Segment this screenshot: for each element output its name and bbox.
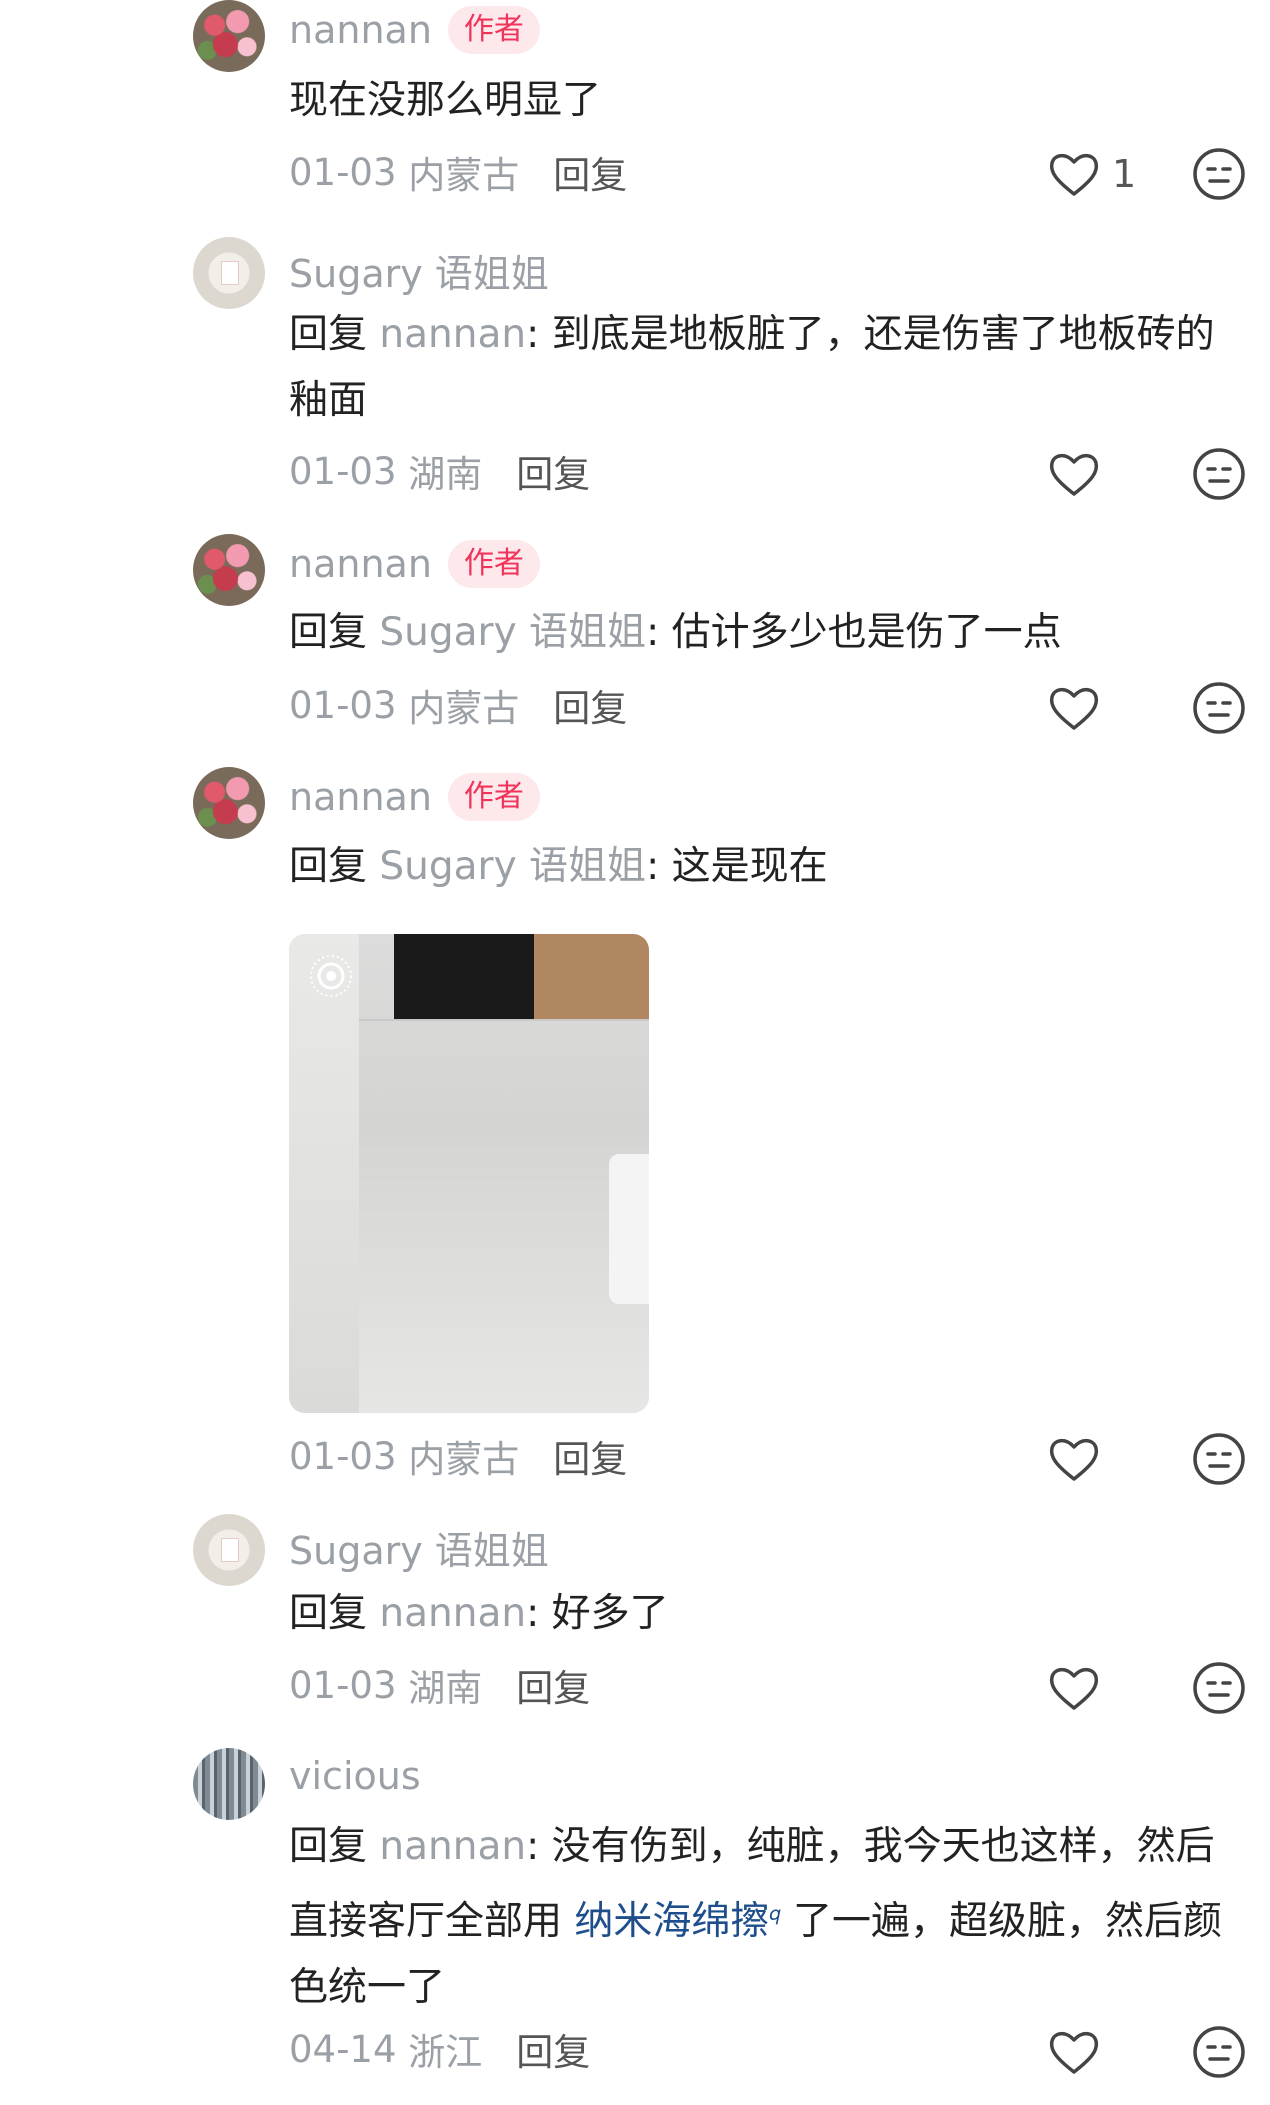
reply-button[interactable]: 回复 [516, 1658, 590, 1712]
avatar[interactable] [193, 1748, 265, 1820]
neutral-face-icon[interactable] [1192, 1661, 1246, 1715]
reply-button[interactable]: 回复 [553, 1429, 627, 1483]
heart-icon [1049, 1668, 1099, 1710]
comment-text: 回复 nannan: 好多了 [289, 1591, 669, 1636]
like-button[interactable] [1048, 684, 1168, 732]
username[interactable]: Sugary 语姐姐 [289, 1520, 549, 1575]
comment-date: 01-03 [289, 449, 397, 493]
reply-button[interactable]: 回复 [516, 444, 590, 498]
reply-button[interactable]: 回复 [553, 145, 627, 199]
avatar[interactable] [193, 0, 265, 72]
comment-text: 回复 Sugary 语姐姐: 这是现在 [289, 844, 828, 889]
heart-icon [1049, 1439, 1099, 1481]
like-button[interactable] [1048, 1664, 1168, 1712]
neutral-face-icon[interactable] [1192, 447, 1246, 501]
mention[interactable]: nannan [379, 312, 526, 357]
heart-icon [1049, 154, 1099, 196]
comment-text: 回复 Sugary 语姐姐: 估计多少也是伤了一点 [289, 610, 1062, 655]
author-badge: 作者 [447, 773, 540, 821]
comment-location: 内蒙古 [408, 687, 520, 730]
avatar[interactable] [193, 237, 265, 309]
comment-text: 回复 nannan: 到底是地板脏了，还是伤害了地板砖的釉面 [289, 312, 1215, 423]
heart-icon [1049, 2032, 1099, 2074]
username[interactable]: nannan [289, 775, 432, 819]
comment-text: 现在没那么明显了 [289, 78, 602, 123]
neutral-face-icon[interactable] [1192, 681, 1246, 735]
comment-photo[interactable] [289, 934, 649, 1413]
reply-button[interactable]: 回复 [516, 2022, 590, 2076]
comment-date: 01-03 [289, 1434, 397, 1478]
avatar[interactable] [193, 534, 265, 606]
comment-date: 01-03 [289, 683, 397, 727]
like-button[interactable] [1048, 450, 1168, 498]
like-button[interactable] [1048, 2028, 1168, 2076]
comment-text: 回复 nannan: 没有伤到，纯脏，我今天也这样，然后直接客厅全部用 纳米海绵… [289, 1824, 1223, 2010]
avatar[interactable] [193, 767, 265, 839]
comment-date: 01-03 [289, 150, 397, 194]
comment-location: 浙江 [408, 2031, 483, 2074]
comment-location: 内蒙古 [408, 1438, 520, 1481]
avatar[interactable] [193, 1514, 265, 1586]
like-count: 1 [1112, 152, 1137, 196]
mention[interactable]: Sugary 语姐姐 [379, 610, 646, 655]
comment-location: 湖南 [408, 1667, 483, 1710]
username[interactable]: Sugary 语姐姐 [289, 243, 549, 298]
heart-icon [1049, 454, 1099, 496]
comment-location: 内蒙古 [408, 154, 520, 197]
like-button[interactable] [1048, 1435, 1168, 1483]
neutral-face-icon[interactable] [1192, 147, 1246, 201]
comment-date: 01-03 [289, 1663, 397, 1707]
mention[interactable]: Sugary 语姐姐 [379, 844, 646, 889]
mention[interactable]: nannan [379, 1591, 526, 1636]
live-photo-icon [310, 955, 352, 997]
like-button[interactable]: 1 [1048, 150, 1168, 198]
heart-icon [1049, 688, 1099, 730]
username[interactable]: nannan [289, 542, 432, 586]
username[interactable]: vicious [289, 1754, 421, 1798]
search-link[interactable]: 纳米海绵擦𝑞 [574, 1899, 780, 1944]
comment-location: 湖南 [408, 453, 483, 496]
search-icon: 𝑞 [769, 1901, 781, 1925]
author-badge: 作者 [447, 540, 540, 588]
author-badge: 作者 [447, 6, 540, 54]
neutral-face-icon[interactable] [1192, 2025, 1246, 2079]
comment-date: 04-14 [289, 2027, 397, 2071]
reply-button[interactable]: 回复 [553, 678, 627, 732]
neutral-face-icon[interactable] [1192, 1432, 1246, 1486]
mention[interactable]: nannan [379, 1824, 526, 1869]
username[interactable]: nannan [289, 8, 432, 52]
